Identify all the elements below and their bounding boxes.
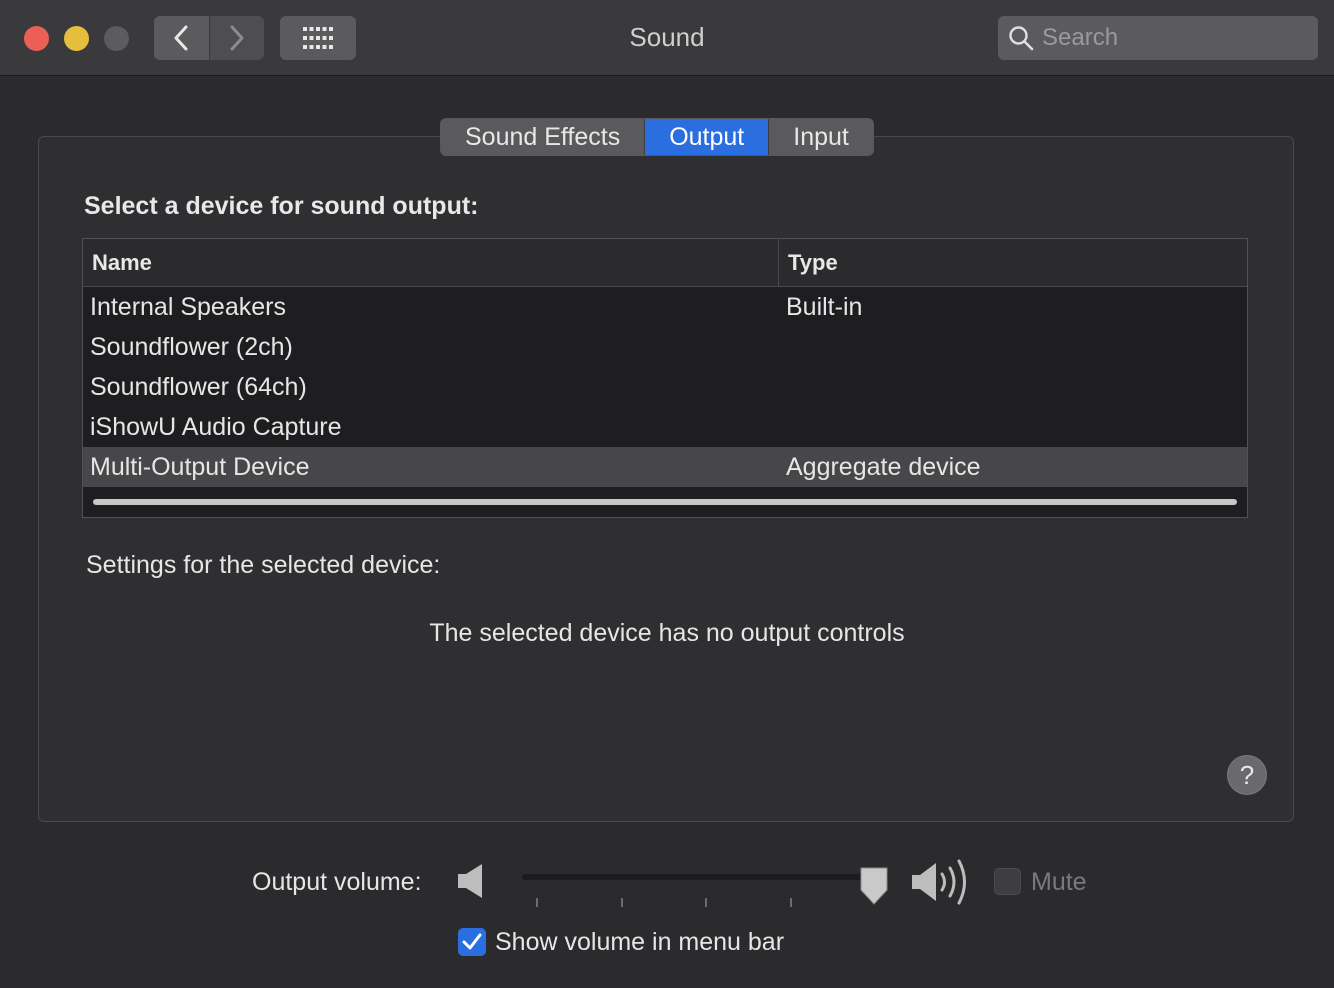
- slider-fill: [522, 874, 858, 880]
- slider-tick: [621, 898, 623, 907]
- slider-thumb[interactable]: [858, 866, 890, 906]
- device-name: Soundflower (64ch): [90, 373, 307, 401]
- help-button[interactable]: ?: [1227, 755, 1267, 795]
- table-row[interactable]: iShowU Audio Capture: [83, 407, 1247, 447]
- no-output-controls-message: The selected device has no output contro…: [429, 619, 905, 647]
- slider-tick: [705, 898, 707, 907]
- speaker-low-icon: [458, 864, 482, 898]
- device-type: Aggregate device: [786, 453, 981, 481]
- title-bar: Sound: [0, 0, 1334, 76]
- device-name: Internal Speakers: [90, 293, 286, 321]
- tab-output[interactable]: Output: [644, 119, 769, 155]
- slider-tick: [536, 898, 538, 907]
- mute-checkbox[interactable]: [994, 868, 1021, 895]
- table-row[interactable]: Soundflower (64ch): [83, 367, 1247, 407]
- question-mark-icon: ?: [1239, 759, 1255, 790]
- speaker-high-icon: [912, 859, 966, 905]
- output-volume-slider[interactable]: [522, 874, 888, 907]
- tab-bar: Sound Effects Output Input: [440, 118, 874, 156]
- table-header: Name Type: [83, 239, 1247, 287]
- show-volume-checkbox[interactable]: [458, 928, 486, 956]
- slider-tick: [790, 898, 792, 907]
- tab-sound-effects[interactable]: Sound Effects: [441, 119, 644, 155]
- output-volume-label: Output volume:: [252, 868, 422, 896]
- device-type: [779, 327, 1247, 367]
- table-row[interactable]: Soundflower (2ch): [83, 327, 1247, 367]
- settings-label: Settings for the selected device:: [86, 551, 441, 579]
- search-icon: [1009, 26, 1034, 51]
- checkmark-icon: [462, 933, 482, 950]
- device-name: Multi-Output Device: [90, 453, 310, 481]
- output-device-table: Name Type Internal Speakers Built-in Sou…: [82, 238, 1248, 518]
- search-input[interactable]: [1042, 24, 1302, 52]
- horizontal-scrollbar[interactable]: [93, 499, 1237, 505]
- tab-input[interactable]: Input: [768, 119, 873, 155]
- device-type: [779, 367, 1247, 407]
- device-type: Built-in: [786, 293, 863, 321]
- search-field[interactable]: [998, 16, 1318, 60]
- device-name: Soundflower (2ch): [90, 333, 293, 361]
- device-type: [779, 407, 1247, 447]
- column-header-type[interactable]: Type: [779, 239, 1247, 286]
- table-row-selected[interactable]: Multi-Output Device Aggregate device: [83, 447, 1247, 487]
- device-name: iShowU Audio Capture: [90, 413, 342, 441]
- column-header-name[interactable]: Name: [83, 239, 779, 286]
- table-row[interactable]: Internal Speakers Built-in: [83, 287, 1247, 327]
- section-title: Select a device for sound output:: [84, 192, 479, 220]
- mute-label: Mute: [1031, 868, 1087, 896]
- show-volume-label: Show volume in menu bar: [495, 928, 785, 956]
